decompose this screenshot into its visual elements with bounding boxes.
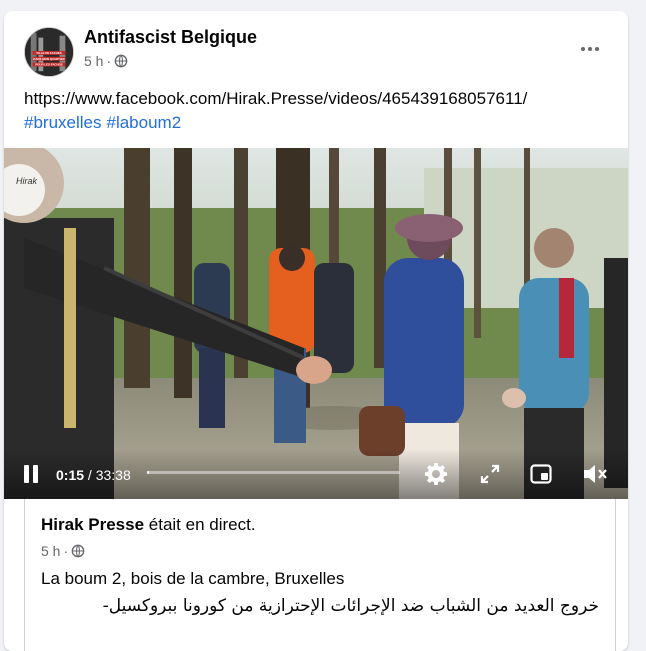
hashtag-laboum2[interactable]: #laboum2 [107, 113, 182, 132]
page-name-link[interactable]: Antifascist Belgique [84, 27, 257, 48]
page-avatar[interactable]: VILLE DE FACHES DANS MON QUARTIER POUR L… [24, 27, 74, 77]
shared-arabic-text: خروج العديد من الشباب ضد الإجرائات الإحت… [102, 596, 599, 616]
video-frame: Hirak [4, 148, 628, 499]
video-watermark: Hirak [16, 176, 38, 186]
more-options-button[interactable] [574, 33, 606, 65]
current-time: 0:15 [56, 467, 85, 483]
settings-gear-icon[interactable] [424, 462, 448, 486]
video-player[interactable]: Hirak 0:15 / 33:38 [4, 148, 628, 499]
post-timestamp[interactable]: 5 h [84, 53, 103, 69]
fullscreen-icon[interactable] [480, 464, 500, 484]
shared-meta-separator: · [63, 543, 69, 559]
avatar-text-1: VILLE DE FACHES [36, 51, 61, 55]
avatar-text-3: POUR LES FACHOS [35, 63, 63, 67]
picture-in-picture-icon[interactable] [530, 464, 552, 484]
shared-timestamp[interactable]: 5 h [41, 543, 60, 559]
progress-bar[interactable] [147, 471, 400, 474]
shared-meta: 5 h · [41, 543, 85, 559]
volume-muted-icon[interactable] [582, 463, 608, 485]
shared-author-line: Hirak Presse était en direct. [41, 515, 256, 535]
post-card: VILLE DE FACHES DANS MON QUARTIER POUR L… [4, 11, 628, 651]
globe-icon[interactable] [71, 544, 85, 558]
more-horizontal-icon [581, 47, 599, 51]
avatar-text-2: DANS MON QUARTIER [33, 57, 65, 61]
meta-separator: · [106, 53, 112, 69]
pause-icon[interactable] [22, 464, 40, 484]
post-meta: 5 h · [84, 53, 128, 69]
progress-fill [147, 471, 149, 474]
post-video-link[interactable]: https://www.facebook.com/Hirak.Presse/vi… [24, 89, 527, 108]
time-separator: / [84, 467, 96, 483]
shared-post[interactable]: Hirak Presse était en direct. 5 h · La b… [24, 499, 616, 651]
shared-action: était en direct. [148, 515, 256, 534]
avatar-image: VILLE DE FACHES DANS MON QUARTIER POUR L… [25, 28, 73, 76]
post-text: https://www.facebook.com/Hirak.Presse/vi… [24, 87, 612, 135]
video-controls: 0:15 / 33:38 [4, 449, 628, 499]
video-time: 0:15 / 33:38 [56, 467, 131, 483]
globe-icon[interactable] [114, 54, 128, 68]
shared-caption: La boum 2, bois de la cambre, Bruxelles [41, 569, 345, 588]
post-header: VILLE DE FACHES DANS MON QUARTIER POUR L… [24, 25, 614, 77]
total-duration: 33:38 [95, 467, 131, 483]
hashtag-bruxelles[interactable]: #bruxelles [24, 113, 102, 132]
shared-author-name[interactable]: Hirak Presse [41, 515, 144, 534]
